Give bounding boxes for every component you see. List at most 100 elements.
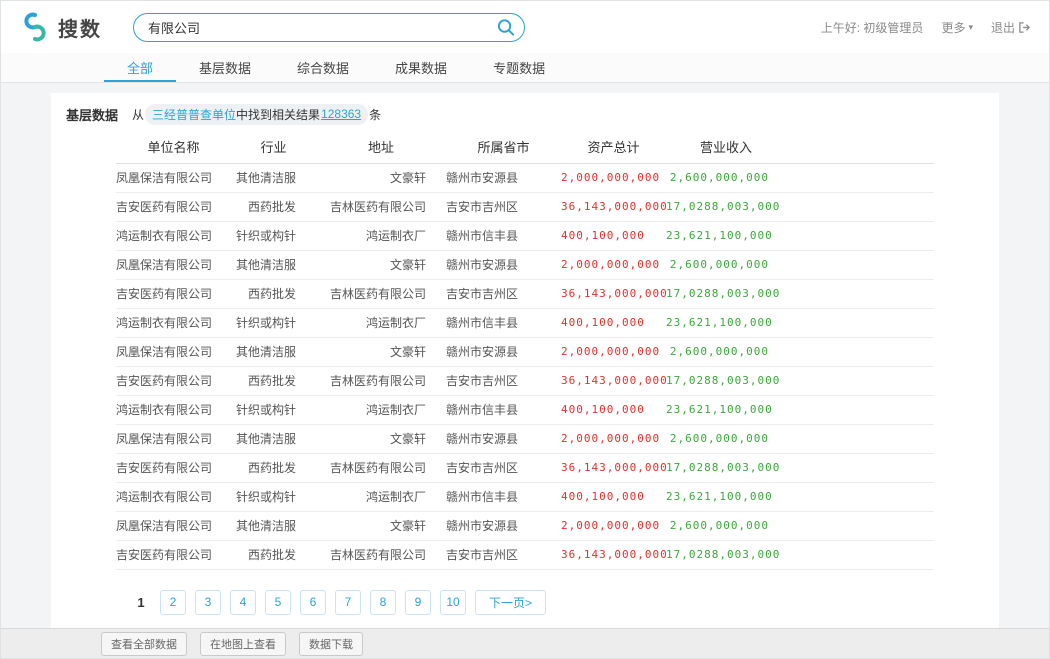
cell-assets: 2,000,000,000 bbox=[561, 337, 666, 366]
view-all-data-button[interactable]: 查看全部数据 bbox=[101, 632, 187, 656]
cell-assets: 36,143,000,000 bbox=[561, 366, 666, 395]
chevron-down-icon: ▾ bbox=[968, 22, 973, 33]
cell-region: 赣州市安源县 bbox=[446, 511, 561, 540]
app-header: 搜数 上午好: 初级管理员 更多 ▾ 退出 bbox=[1, 1, 1049, 53]
cell-filler bbox=[786, 192, 934, 221]
cell-address: 吉林医药有限公司 bbox=[316, 453, 446, 482]
tab-comprehensive-data[interactable]: 综合数据 bbox=[274, 53, 372, 82]
cell-revenue: 23,621,100,000 bbox=[666, 482, 786, 511]
page-button-2[interactable]: 2 bbox=[160, 590, 186, 615]
cell-region: 赣州市信丰县 bbox=[446, 308, 561, 337]
tab-achievement-data[interactable]: 成果数据 bbox=[372, 53, 470, 82]
cell-assets: 2,000,000,000 bbox=[561, 511, 666, 540]
cell-region: 赣州市安源县 bbox=[446, 424, 561, 453]
cell-industry: 西药批发 bbox=[231, 366, 316, 395]
more-label: 更多 bbox=[941, 19, 965, 36]
cell-industry: 针织或构针 bbox=[231, 308, 316, 337]
greeting-text: 上午好: 初级管理员 bbox=[821, 19, 924, 36]
cell-region: 赣州市信丰县 bbox=[446, 221, 561, 250]
logout-label: 退出 bbox=[991, 19, 1015, 36]
cell-address: 吉林医药有限公司 bbox=[316, 279, 446, 308]
table-row[interactable]: 吉安医药有限公司西药批发吉林医药有限公司吉安市吉州区36,143,000,000… bbox=[116, 366, 934, 395]
page-current[interactable]: 1 bbox=[131, 595, 151, 610]
cell-filler bbox=[786, 453, 934, 482]
page-button-9[interactable]: 9 bbox=[405, 590, 431, 615]
cell-revenue: 2,600,000,000 bbox=[666, 424, 786, 453]
table-row[interactable]: 吉安医药有限公司西药批发吉林医药有限公司吉安市吉州区36,143,000,000… bbox=[116, 279, 934, 308]
tab-base-data[interactable]: 基层数据 bbox=[176, 53, 274, 82]
download-data-button[interactable]: 数据下载 bbox=[299, 632, 363, 656]
column-header: 资产总计 bbox=[561, 131, 666, 163]
page-button-4[interactable]: 4 bbox=[230, 590, 256, 615]
cell-filler bbox=[786, 308, 934, 337]
cell-industry: 西药批发 bbox=[231, 279, 316, 308]
cell-industry: 西药批发 bbox=[231, 453, 316, 482]
cell-name: 凤凰保洁有限公司 bbox=[116, 163, 231, 192]
cell-industry: 针织或构针 bbox=[231, 395, 316, 424]
table-row[interactable]: 吉安医药有限公司西药批发吉林医药有限公司吉安市吉州区36,143,000,000… bbox=[116, 192, 934, 221]
page-button-10[interactable]: 10 bbox=[440, 590, 466, 615]
logout-icon bbox=[1018, 21, 1031, 34]
cell-filler bbox=[786, 395, 934, 424]
table-row[interactable]: 凤凰保洁有限公司其他清洁服文豪轩赣州市安源县2,000,000,0002,600… bbox=[116, 163, 934, 192]
more-menu[interactable]: 更多 ▾ bbox=[941, 19, 973, 36]
cell-assets: 400,100,000 bbox=[561, 482, 666, 511]
table-row[interactable]: 吉安医药有限公司西药批发吉林医药有限公司吉安市吉州区36,143,000,000… bbox=[116, 540, 934, 569]
tab-special-data[interactable]: 专题数据 bbox=[470, 53, 568, 82]
search-button[interactable] bbox=[491, 16, 520, 39]
search-input[interactable] bbox=[133, 13, 525, 42]
cell-name: 凤凰保洁有限公司 bbox=[116, 337, 231, 366]
page-button-7[interactable]: 7 bbox=[335, 590, 361, 615]
cell-assets: 36,143,000,000 bbox=[561, 453, 666, 482]
logo: 搜数 bbox=[19, 11, 117, 43]
logout-button[interactable]: 退出 bbox=[991, 19, 1031, 36]
cell-region: 赣州市安源县 bbox=[446, 250, 561, 279]
cell-industry: 针织或构针 bbox=[231, 221, 316, 250]
table-row[interactable]: 凤凰保洁有限公司其他清洁服文豪轩赣州市安源县2,000,000,0002,600… bbox=[116, 511, 934, 540]
cell-filler bbox=[786, 163, 934, 192]
cell-assets: 400,100,000 bbox=[561, 221, 666, 250]
cell-region: 赣州市信丰县 bbox=[446, 482, 561, 511]
results-middle: 中找到相关结果 bbox=[236, 106, 320, 123]
result-count-link[interactable]: 128363 bbox=[321, 107, 361, 121]
results-summary: 基层数据 从 三经普普查单位 中找到相关结果 128363 条 bbox=[66, 101, 934, 127]
search-bar bbox=[133, 13, 525, 42]
table-row[interactable]: 鸿运制衣有限公司针织或构针鸿运制衣厂赣州市信丰县400,100,00023,62… bbox=[116, 221, 934, 250]
table-row[interactable]: 凤凰保洁有限公司其他清洁服文豪轩赣州市安源县2,000,000,0002,600… bbox=[116, 337, 934, 366]
table-row[interactable]: 鸿运制衣有限公司针织或构针鸿运制衣厂赣州市信丰县400,100,00023,62… bbox=[116, 482, 934, 511]
cell-region: 吉安市吉州区 bbox=[446, 192, 561, 221]
page-button-5[interactable]: 5 bbox=[265, 590, 291, 615]
cell-revenue: 17,0288,003,000 bbox=[666, 540, 786, 569]
column-header-filler bbox=[786, 131, 934, 163]
next-page-button[interactable]: 下一页> bbox=[475, 590, 546, 615]
section-label: 基层数据 bbox=[66, 105, 118, 124]
table-row[interactable]: 鸿运制衣有限公司针织或构针鸿运制衣厂赣州市信丰县400,100,00023,62… bbox=[116, 395, 934, 424]
table-row[interactable]: 凤凰保洁有限公司其他清洁服文豪轩赣州市安源县2,000,000,0002,600… bbox=[116, 250, 934, 279]
cell-filler bbox=[786, 250, 934, 279]
cell-name: 吉安医药有限公司 bbox=[116, 453, 231, 482]
cell-revenue: 17,0288,003,000 bbox=[666, 453, 786, 482]
view-on-map-button[interactable]: 在地图上查看 bbox=[200, 632, 286, 656]
source-link[interactable]: 三经普普查单位 bbox=[152, 106, 236, 123]
cell-industry: 其他清洁服 bbox=[231, 163, 316, 192]
cell-region: 吉安市吉州区 bbox=[446, 540, 561, 569]
sousu-logo-icon bbox=[19, 11, 51, 43]
cell-region: 赣州市安源县 bbox=[446, 337, 561, 366]
table-row[interactable]: 吉安医药有限公司西药批发吉林医药有限公司吉安市吉州区36,143,000,000… bbox=[116, 453, 934, 482]
cell-filler bbox=[786, 366, 934, 395]
page-button-8[interactable]: 8 bbox=[370, 590, 396, 615]
cell-region: 吉安市吉州区 bbox=[446, 453, 561, 482]
column-header: 行业 bbox=[231, 131, 316, 163]
table-row[interactable]: 鸿运制衣有限公司针织或构针鸿运制衣厂赣州市信丰县400,100,00023,62… bbox=[116, 308, 934, 337]
cell-industry: 西药批发 bbox=[231, 540, 316, 569]
results-pill: 三经普普查单位 中找到相关结果 128363 bbox=[145, 104, 368, 125]
header-right: 上午好: 初级管理员 更多 ▾ 退出 bbox=[821, 19, 1031, 36]
table-row[interactable]: 凤凰保洁有限公司其他清洁服文豪轩赣州市安源县2,000,000,0002,600… bbox=[116, 424, 934, 453]
page-button-3[interactable]: 3 bbox=[195, 590, 221, 615]
results-prefix: 从 bbox=[132, 106, 144, 123]
cell-revenue: 23,621,100,000 bbox=[666, 308, 786, 337]
page-button-6[interactable]: 6 bbox=[300, 590, 326, 615]
tab-all[interactable]: 全部 bbox=[104, 53, 176, 82]
cell-assets: 400,100,000 bbox=[561, 308, 666, 337]
cell-assets: 2,000,000,000 bbox=[561, 250, 666, 279]
